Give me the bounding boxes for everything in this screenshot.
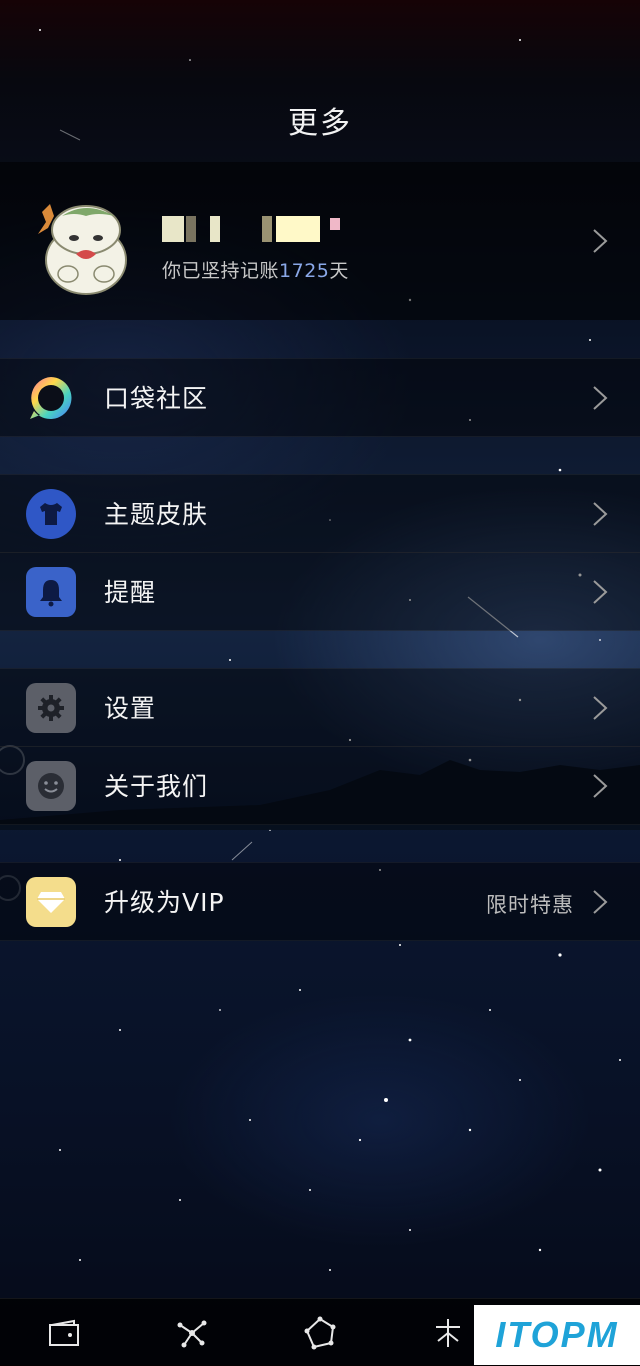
menu-item-settings[interactable]: 设置 <box>0 668 640 747</box>
profile-row[interactable]: 你已坚持记账1725天 <box>0 162 640 320</box>
streak-text: 你已坚持记账1725天 <box>162 256 349 283</box>
menu-label-community: 口袋社区 <box>104 384 209 413</box>
shirt-icon <box>26 489 76 539</box>
top-bar: 更多 <box>0 0 640 160</box>
chevron-right-icon <box>593 229 608 253</box>
chevron-right-icon <box>593 386 608 410</box>
star-branch-icon[interactable] <box>430 1315 466 1351</box>
menu-label-settings: 设置 <box>104 694 157 723</box>
username-pixelated <box>162 216 362 242</box>
menu-label-vip: 升级为VIP <box>104 888 225 917</box>
chevron-right-icon <box>593 580 608 604</box>
menu-label-theme: 主题皮肤 <box>104 500 209 529</box>
diamond-icon <box>26 877 76 927</box>
chevron-right-icon <box>593 696 608 720</box>
constellation-icon[interactable] <box>174 1315 210 1351</box>
polygon-icon[interactable] <box>302 1315 338 1351</box>
menu-item-reminder[interactable]: 提醒 <box>0 552 640 631</box>
smiley-icon <box>26 761 76 811</box>
streak-suffix: 天 <box>329 260 349 282</box>
watermark-logo: ITOPM <box>474 1305 640 1365</box>
avatar[interactable] <box>28 194 138 298</box>
wallet-icon[interactable] <box>46 1315 82 1351</box>
menu-item-theme[interactable]: 主题皮肤 <box>0 474 640 553</box>
community-icon <box>26 373 76 423</box>
gear-icon <box>26 683 76 733</box>
menu-item-about[interactable]: 关于我们 <box>0 746 640 825</box>
menu-item-community[interactable]: 口袋社区 <box>0 358 640 437</box>
streak-count: 1725 <box>279 260 330 282</box>
menu-label-reminder: 提醒 <box>104 578 157 607</box>
vip-promo-badge: 限时特惠 <box>486 893 574 917</box>
menu-item-vip[interactable]: 升级为VIP 限时特惠 <box>0 862 640 941</box>
streak-prefix: 你已坚持记账 <box>162 260 280 282</box>
menu-label-about: 关于我们 <box>104 772 209 801</box>
bell-icon <box>26 567 76 617</box>
chevron-right-icon <box>593 502 608 526</box>
chevron-right-icon <box>593 890 608 914</box>
chevron-right-icon <box>593 774 608 798</box>
page-title: 更多 <box>288 106 352 141</box>
